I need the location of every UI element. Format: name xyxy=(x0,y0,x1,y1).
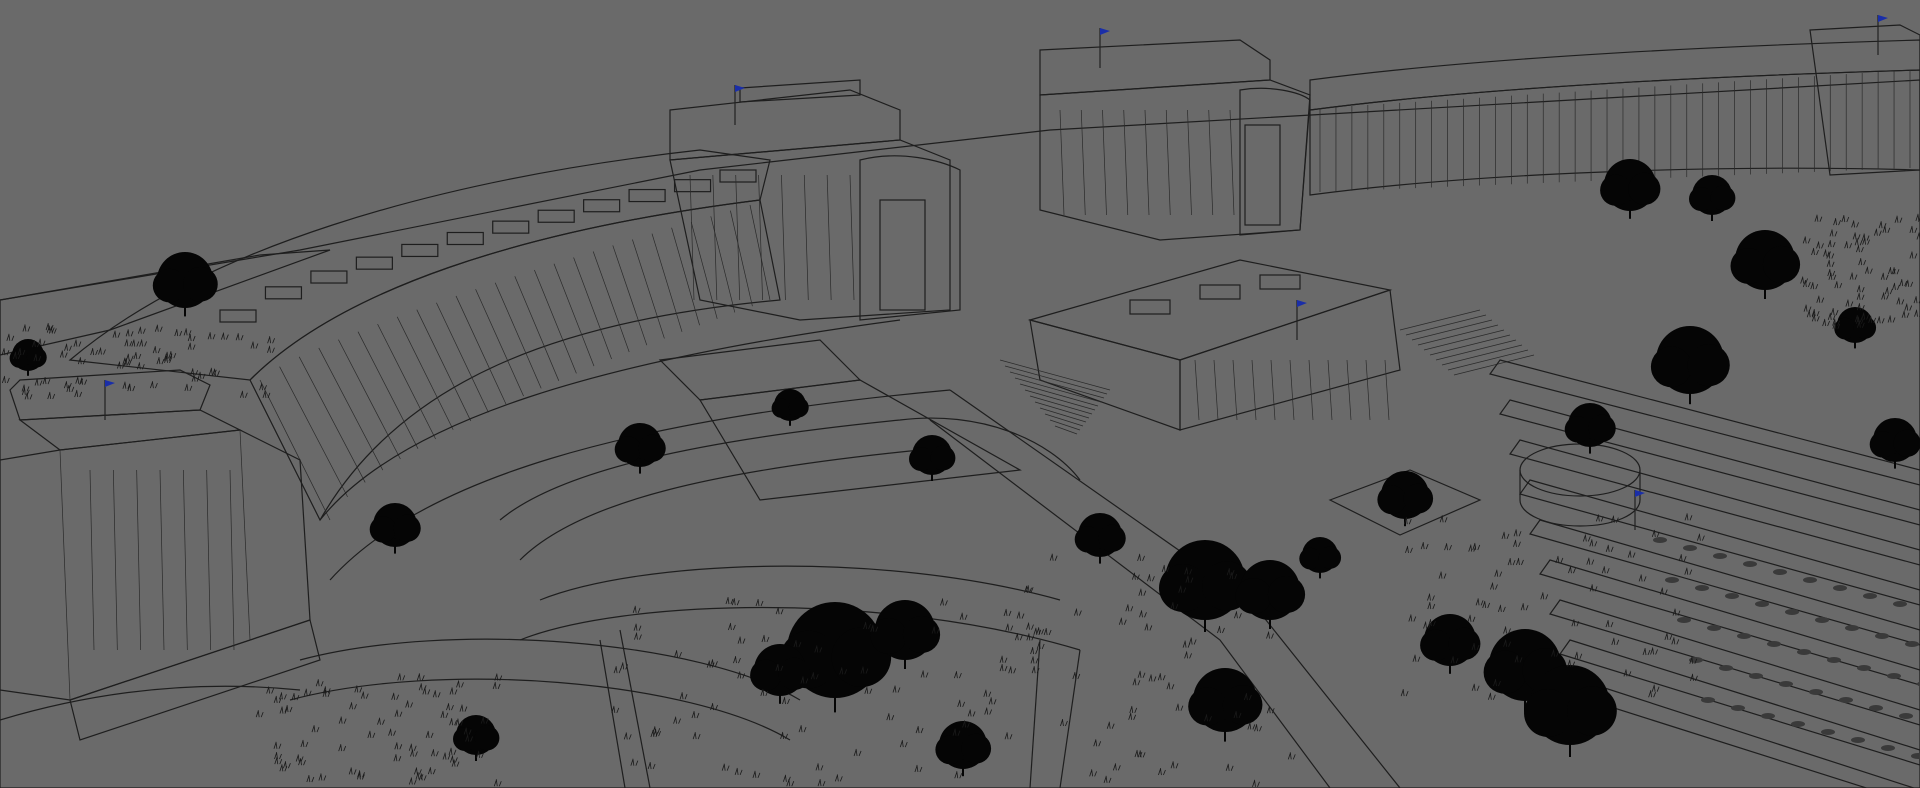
scene-render xyxy=(0,0,1920,788)
3d-viewport xyxy=(0,0,1920,788)
